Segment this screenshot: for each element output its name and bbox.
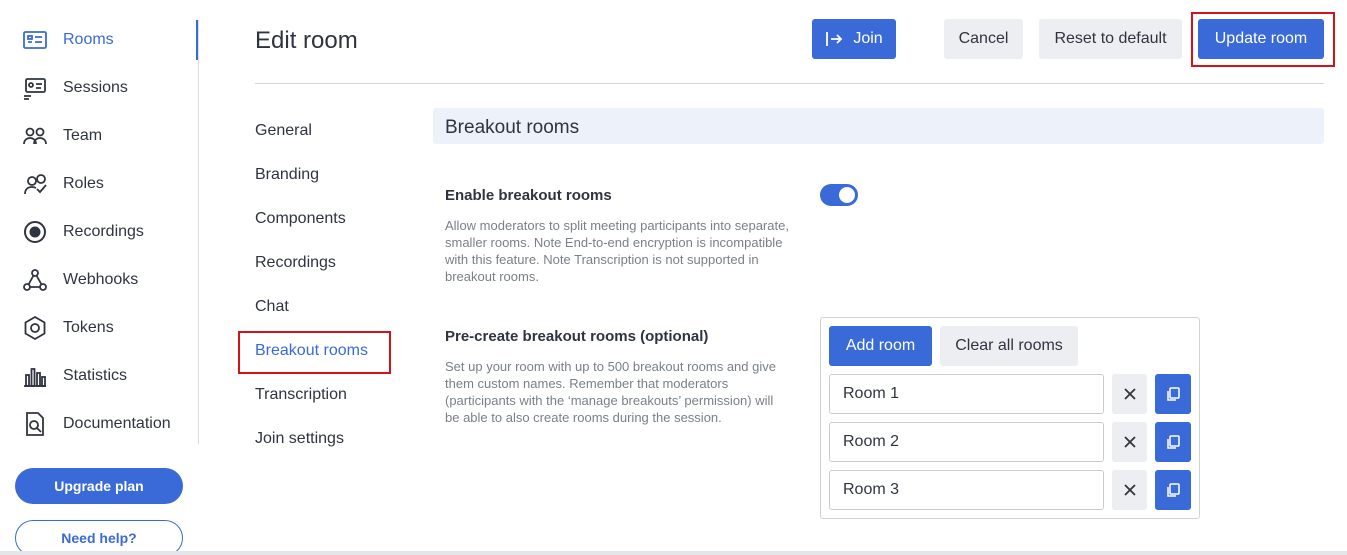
reset-to-default-button[interactable]: Reset to default xyxy=(1039,19,1182,59)
settings-tab-join-settings[interactable]: Join settings xyxy=(255,430,344,448)
copy-icon xyxy=(1167,387,1180,401)
sidebar-item-label: Recordings xyxy=(63,223,144,240)
copy-icon xyxy=(1167,435,1180,449)
team-icon xyxy=(22,123,48,149)
join-button[interactable]: Join xyxy=(812,19,896,59)
sidebar-item-documentation[interactable]: Documentation xyxy=(22,409,171,439)
sidebar-item-label: Sessions xyxy=(63,79,128,96)
header-divider xyxy=(255,83,1324,84)
enable-breakout-description: Allow moderators to split meeting partic… xyxy=(445,218,789,284)
statistics-icon xyxy=(22,363,48,389)
webhooks-icon xyxy=(22,267,48,293)
remove-room-button[interactable] xyxy=(1112,374,1147,414)
settings-tab-branding[interactable]: Branding xyxy=(255,166,319,184)
sidebar-divider xyxy=(198,20,199,444)
copy-room-button[interactable] xyxy=(1155,422,1191,462)
sidebar-item-roles[interactable]: Roles xyxy=(22,169,104,199)
sidebar-item-webhooks[interactable]: Webhooks xyxy=(22,265,138,295)
bottom-scrollbar-track xyxy=(0,551,1347,555)
sidebar-item-statistics[interactable]: Statistics xyxy=(22,361,127,391)
settings-tab-transcription[interactable]: Transcription xyxy=(255,386,347,404)
sidebar-item-label: Documentation xyxy=(63,415,171,432)
sidebar-item-label: Webhooks xyxy=(63,271,139,288)
add-room-button[interactable]: Add room xyxy=(829,326,932,366)
sidebar-item-tokens[interactable]: Tokens xyxy=(22,313,114,343)
need-help-button[interactable]: Need help? xyxy=(15,520,183,555)
breakout-rooms-highlight-box xyxy=(238,331,391,374)
sidebar-item-label: Rooms xyxy=(63,31,114,48)
close-icon xyxy=(1123,436,1136,448)
cancel-button[interactable]: Cancel xyxy=(944,19,1023,59)
page-title: Edit room xyxy=(255,27,358,54)
copy-icon xyxy=(1167,483,1180,497)
room-name-input[interactable] xyxy=(829,470,1104,510)
clear-all-rooms-button[interactable]: Clear all rooms xyxy=(940,326,1078,366)
sidebar-item-label: Roles xyxy=(63,175,104,192)
sidebar: Rooms Sessions Team Roles Recordings Web… xyxy=(0,0,199,555)
precreate-breakout-label: Pre-create breakout rooms (optional) xyxy=(445,328,709,345)
rooms-icon xyxy=(22,27,48,53)
sessions-icon xyxy=(22,75,48,101)
section-title: Breakout rooms xyxy=(445,117,580,138)
copy-room-button[interactable] xyxy=(1155,374,1191,414)
documentation-icon xyxy=(22,411,48,437)
room-name-input[interactable] xyxy=(829,374,1104,414)
close-icon xyxy=(1123,484,1136,496)
roles-icon xyxy=(22,171,48,197)
sidebar-item-label: Team xyxy=(63,127,103,144)
close-icon xyxy=(1123,388,1136,400)
precreate-breakout-description: Set up your room with up to 500 breakout… xyxy=(445,359,776,425)
tokens-icon xyxy=(22,315,48,341)
sidebar-item-label: Statistics xyxy=(63,367,128,384)
enable-breakout-label: Enable breakout rooms xyxy=(445,187,612,204)
enable-breakout-toggle[interactable] xyxy=(820,184,858,206)
sidebar-item-recordings[interactable]: Recordings xyxy=(22,217,144,247)
recordings-icon xyxy=(22,219,48,245)
update-room-highlight-box xyxy=(1191,12,1335,67)
settings-tab-recordings[interactable]: Recordings xyxy=(255,254,336,272)
remove-room-button[interactable] xyxy=(1112,470,1147,510)
section-header: Breakout rooms xyxy=(433,108,1324,144)
sidebar-item-team[interactable]: Team xyxy=(22,121,102,151)
upgrade-plan-button[interactable]: Upgrade plan xyxy=(15,468,183,504)
settings-tab-general[interactable]: General xyxy=(255,122,312,140)
sidebar-item-sessions[interactable]: Sessions xyxy=(22,73,128,103)
sidebar-item-rooms[interactable]: Rooms xyxy=(22,25,114,55)
settings-tab-components[interactable]: Components xyxy=(255,210,346,228)
room-name-input[interactable] xyxy=(829,422,1104,462)
copy-room-button[interactable] xyxy=(1155,470,1191,510)
toggle-knob xyxy=(839,187,855,203)
join-label: Join xyxy=(853,30,883,47)
sidebar-item-label: Tokens xyxy=(63,319,114,336)
join-icon xyxy=(826,32,843,46)
remove-room-button[interactable] xyxy=(1112,422,1147,462)
settings-tab-chat[interactable]: Chat xyxy=(255,298,289,316)
